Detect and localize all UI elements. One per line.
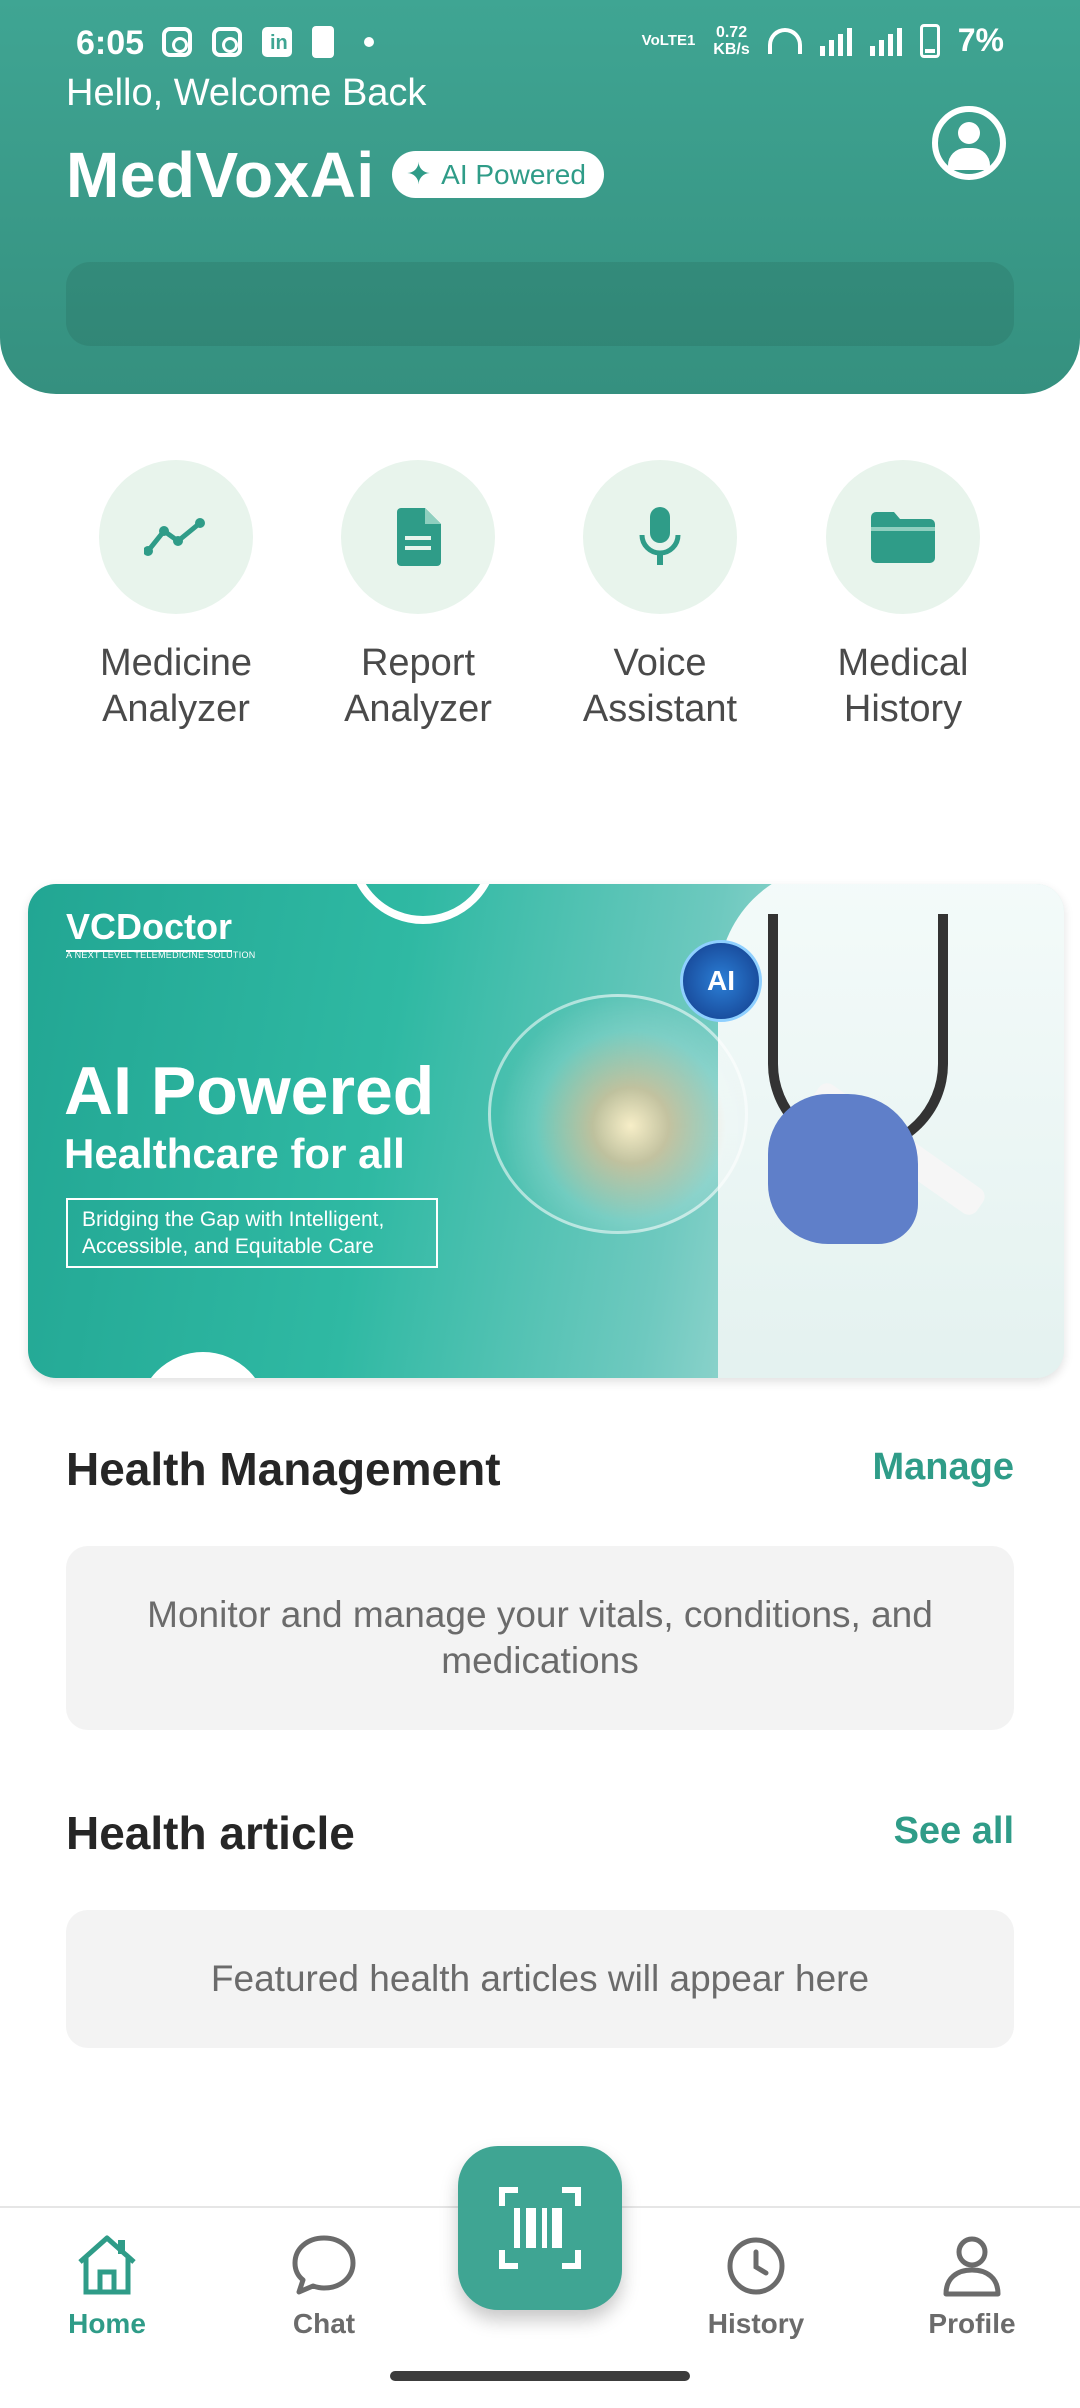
header: 6:05 in VoLTE1 0.72 KB/s 7% Hello, Welco… — [0, 0, 1080, 394]
medical-history-button[interactable]: Medical History — [793, 460, 1013, 732]
nav-label: Home — [68, 2308, 146, 2339]
signal-icon — [819, 26, 852, 56]
health-management-card[interactable]: Monitor and manage your vitals, conditio… — [66, 1546, 1014, 1730]
hologram-illustration — [488, 994, 748, 1234]
network-speed-value: 0.72 — [715, 23, 748, 41]
health-article-title: Health article — [66, 1807, 355, 1859]
nav-home[interactable]: Home — [37, 2230, 177, 2340]
quick-action-label: Medicine Analyzer — [99, 642, 253, 730]
health-article-placeholder: Featured health articles will appear her… — [210, 1958, 870, 1999]
gesture-home-indicator[interactable] — [390, 2371, 690, 2381]
chart-line-icon — [99, 460, 253, 614]
banner-decoration — [138, 1352, 268, 1378]
home-icon — [72, 2230, 142, 2300]
person-icon — [937, 2230, 1007, 2300]
chat-bubble-icon — [289, 2230, 359, 2300]
status-time: 6:05 — [76, 24, 145, 62]
app-title: MedVoxAi — [66, 139, 375, 211]
banner-tagline-box: Bridging the Gap with Intelligent, Acces… — [66, 1198, 438, 1268]
document-icon — [341, 460, 495, 614]
banner-brand-tagline: A NEXT LEVEL TELEMEDICINE SOLUTION — [66, 950, 256, 960]
health-management-description: Monitor and manage your vitals, conditio… — [147, 1594, 933, 1681]
network-speed: 0.72 KB/s — [713, 24, 749, 58]
nav-history[interactable]: History — [686, 2230, 826, 2340]
profile-avatar-button[interactable] — [932, 106, 1006, 180]
badge-label: AI Powered — [441, 158, 586, 190]
banner-subheadline: Healthcare for all — [64, 1130, 405, 1177]
nav-label: History — [707, 2308, 805, 2339]
banner-headline: AI Powered — [64, 1053, 435, 1129]
microphone-icon — [583, 460, 737, 614]
health-management-title: Health Management — [66, 1443, 501, 1495]
battery-alert-icon — [312, 26, 334, 58]
barcode-scan-icon — [499, 2187, 581, 2269]
linkedin-icon: in — [262, 27, 292, 57]
folder-icon — [826, 460, 980, 614]
battery-icon — [919, 23, 940, 58]
promo-banner[interactable]: AI VCDoctor A NEXT LEVEL TELEMEDICINE SO… — [28, 884, 1064, 1378]
medicine-analyzer-button[interactable]: Medicine Analyzer — [66, 460, 286, 732]
see-all-link[interactable]: See all — [894, 1810, 1014, 1853]
avatar-head — [958, 122, 980, 144]
nav-profile[interactable]: Profile — [902, 2230, 1042, 2340]
banner-decoration — [348, 884, 498, 924]
quick-action-label: Report Analyzer — [344, 642, 492, 730]
manage-link[interactable]: Manage — [873, 1446, 1014, 1489]
system-icons: VoLTE1 0.72 KB/s 7% — [642, 22, 1004, 59]
nav-chat[interactable]: Chat — [254, 2230, 394, 2340]
clock-icon — [721, 2230, 791, 2300]
battery-percent: 7% — [957, 22, 1004, 58]
scan-button[interactable] — [458, 2146, 622, 2310]
quick-actions: Medicine Analyzer Report Analyzer Voice Ass… — [0, 460, 1080, 740]
search-bar[interactable] — [66, 262, 1014, 346]
nav-label: Chat — [292, 2308, 356, 2339]
instagram-icon — [162, 27, 192, 57]
banner-brand-logo: VCDoctor — [66, 906, 233, 952]
more-notifications-dot-icon — [364, 37, 374, 47]
instagram-icon — [212, 27, 242, 57]
sparkle-icon: ✦ — [406, 157, 432, 191]
ai-globe-icon: AI — [680, 940, 762, 1022]
voice-assistant-button[interactable]: Voice Assistant — [550, 460, 770, 732]
nav-label: Profile — [928, 2308, 1016, 2339]
notification-icons: in — [162, 26, 374, 58]
wifi-icon — [767, 27, 802, 54]
avatar-shoulders — [948, 148, 990, 170]
report-analyzer-button[interactable]: Report Analyzer — [308, 460, 528, 732]
ai-powered-badge: ✦ AI Powered — [392, 151, 604, 198]
greeting-text: Hello, Welcome Back — [66, 72, 427, 114]
health-article-card[interactable]: Featured health articles will appear her… — [66, 1910, 1014, 2048]
volte-icon: VoLTE1 — [641, 32, 696, 49]
signal-icon — [869, 26, 902, 56]
quick-action-label: Voice Assistant — [582, 642, 738, 730]
quick-action-label: Medical History — [837, 642, 969, 730]
network-speed-unit: KB/s — [713, 40, 750, 58]
gloved-hand-illustration — [768, 1094, 918, 1244]
